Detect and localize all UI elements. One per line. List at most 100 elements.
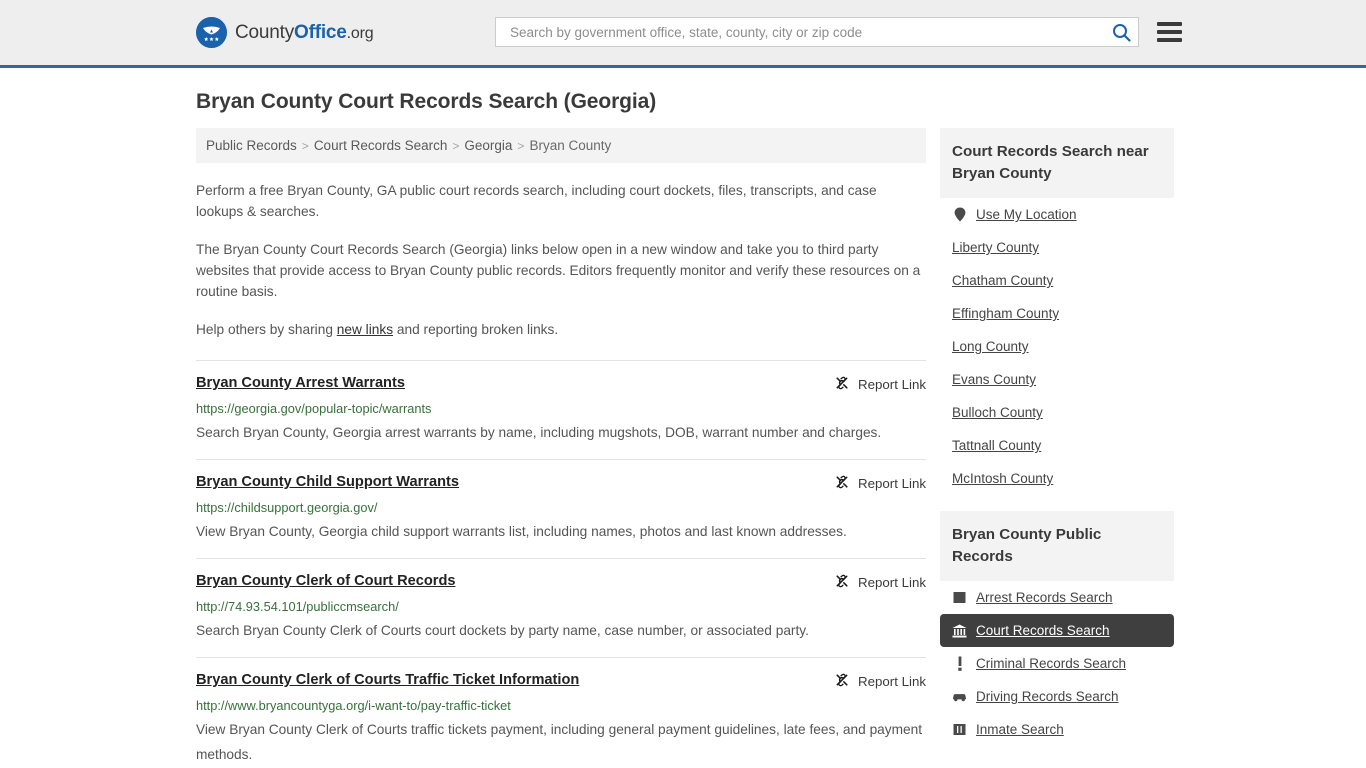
result-header: Bryan County Child Support Warrants Repo… [196,473,926,493]
sidebar-link-driving-records-search[interactable]: Driving Records Search [976,689,1119,704]
breadcrumb-separator: > [301,138,309,153]
site-header: CountyOffice.org [0,0,1366,68]
result-item: Bryan County Child Support Warrants Repo… [196,459,926,558]
sidebar-item-evans-county[interactable]: Evans County [940,363,1174,396]
sidebar-link-inmate-search[interactable]: Inmate Search [976,722,1064,737]
sidebar-link-liberty-county[interactable]: Liberty County [952,240,1039,255]
intro-p3-before: Help others by sharing [196,322,337,337]
nearby-counties-title: Court Records Search near Bryan County [940,128,1174,198]
hamburger-bar [1157,22,1182,26]
eagle-stars-seal-icon [196,17,227,48]
breadcrumb-item-court-records-search[interactable]: Court Records Search [314,138,448,153]
jail-icon [952,722,967,737]
search-icon[interactable] [1110,21,1132,43]
result-url: https://childsupport.georgia.gov/ [196,500,378,515]
sidebar-link-criminal-records-search[interactable]: Criminal Records Search [976,656,1126,671]
sidebar-item-effingham-county[interactable]: Effingham County [940,297,1174,330]
public-records-title: Bryan County Public Records [940,511,1174,581]
intro-paragraph-1: Perform a free Bryan County, GA public c… [196,183,877,219]
result-title-link[interactable]: Bryan County Arrest Warrants [196,374,405,392]
map-pin-icon [952,207,967,222]
report-link-button[interactable]: Report Link [834,671,926,691]
sidebar-link-evans-county[interactable]: Evans County [952,372,1036,387]
intro-text: Perform a free Bryan County, GA public c… [196,180,926,340]
sidebar-link-tattnall-county[interactable]: Tattnall County [952,438,1041,453]
logo-text-office: Office [294,21,347,43]
breadcrumb-item-public-records[interactable]: Public Records [206,138,297,153]
result-title-link[interactable]: Bryan County Clerk of Court Records [196,572,455,590]
result-header: Bryan County Clerk of Court Records Repo… [196,572,926,592]
result-url: http://www.bryancountyga.org/i-want-to/p… [196,698,511,713]
sidebar-item-tattnall-county[interactable]: Tattnall County [940,429,1174,462]
nearby-counties-card: Court Records Search near Bryan County U… [940,128,1174,495]
result-description: View Bryan County, Georgia child support… [196,524,847,539]
sidebar-item-arrest-records-search[interactable]: Arrest Records Search [940,581,1174,614]
intro-p3-after: and reporting broken links. [393,322,559,337]
result-title-link[interactable]: Bryan County Clerk of Courts Traffic Tic… [196,671,579,689]
sidebar-link-effingham-county[interactable]: Effingham County [952,306,1059,321]
sidebar-link-bulloch-county[interactable]: Bulloch County [952,405,1043,420]
sidebar-item-liberty-county[interactable]: Liberty County [940,231,1174,264]
result-title-link[interactable]: Bryan County Child Support Warrants [196,473,459,491]
report-link-label: Report Link [858,476,926,491]
logo-wordmark: CountyOffice.org [235,21,374,44]
sidebar-link-chatham-county[interactable]: Chatham County [952,273,1053,288]
new-links-link[interactable]: new links [337,322,393,337]
sidebar-link-long-county[interactable]: Long County [952,339,1029,354]
result-item: Bryan County Arrest Warrants Report Link… [196,360,926,459]
sidebar-item-inmate-search[interactable]: Inmate Search [940,713,1174,746]
hamburger-menu-icon[interactable] [1157,22,1182,42]
breadcrumb-item-georgia[interactable]: Georgia [464,138,512,153]
sidebar-link-use-my-location[interactable]: Use My Location [976,207,1077,222]
breadcrumb: Public Records > Court Records Search > … [196,128,926,163]
bank-building-icon [952,623,967,638]
nearby-counties-list: Use My Location Liberty County Chatham C… [940,198,1174,495]
sidebar-link-arrest-records-search[interactable]: Arrest Records Search [976,590,1113,605]
sidebar-item-mcintosh-county[interactable]: McIntosh County [940,462,1174,495]
report-link-button[interactable]: Report Link [834,572,926,592]
hamburger-bar [1157,38,1182,42]
report-link-button[interactable]: Report Link [834,374,926,394]
broken-link-icon [834,375,850,394]
report-link-label: Report Link [858,377,926,392]
logo-text-org: .org [346,24,374,42]
sidebar-link-mcintosh-county[interactable]: McIntosh County [952,471,1053,486]
breadcrumb-item-bryan-county: Bryan County [529,138,612,153]
sidebar-item-bulloch-county[interactable]: Bulloch County [940,396,1174,429]
result-item: Bryan County Clerk of Court Records Repo… [196,558,926,657]
page-title: Bryan County Court Records Search (Georg… [196,90,657,113]
sidebar-item-criminal-records-search[interactable]: Criminal Records Search [940,647,1174,680]
result-header: Bryan County Arrest Warrants Report Link [196,374,926,394]
hamburger-bar [1157,30,1182,34]
broken-link-icon [834,573,850,592]
search-box[interactable] [495,17,1139,47]
sidebar-item-use-my-location[interactable]: Use My Location [940,198,1174,231]
report-link-button[interactable]: Report Link [834,473,926,493]
result-description: Search Bryan County, Georgia arrest warr… [196,425,882,440]
result-description: View Bryan County Clerk of Courts traffi… [196,722,923,762]
main-column: Public Records > Court Records Search > … [196,128,926,768]
intro-paragraph-3: Help others by sharing new links and rep… [196,319,926,340]
header-search-zone [495,17,1182,47]
sidebar-item-court-records-search[interactable]: Court Records Search [940,614,1174,647]
result-url: http://74.93.54.101/publiccmsearch/ [196,599,399,614]
report-link-label: Report Link [858,674,926,689]
sidebar-item-long-county[interactable]: Long County [940,330,1174,363]
result-description: Search Bryan County Clerk of Courts cour… [196,623,809,638]
site-logo[interactable]: CountyOffice.org [196,17,374,48]
sidebar-item-driving-records-search[interactable]: Driving Records Search [940,680,1174,713]
logo-text-county: County [235,21,295,43]
result-item: Bryan County Clerk of Courts Traffic Tic… [196,657,926,768]
result-url: https://georgia.gov/popular-topic/warran… [196,401,432,416]
broken-link-icon [834,672,850,691]
results-list: Bryan County Arrest Warrants Report Link… [196,360,926,768]
report-link-label: Report Link [858,575,926,590]
search-input[interactable] [508,23,1110,41]
exclamation-icon [952,656,967,671]
sidebar: Court Records Search near Bryan County U… [940,128,1174,762]
breadcrumb-separator: > [517,138,525,153]
public-records-card: Bryan County Public Records Arrest Recor… [940,511,1174,746]
sidebar-item-chatham-county[interactable]: Chatham County [940,264,1174,297]
page-container: Bryan County Court Records Search (Georg… [0,90,1366,768]
sidebar-link-court-records-search[interactable]: Court Records Search [976,623,1110,638]
